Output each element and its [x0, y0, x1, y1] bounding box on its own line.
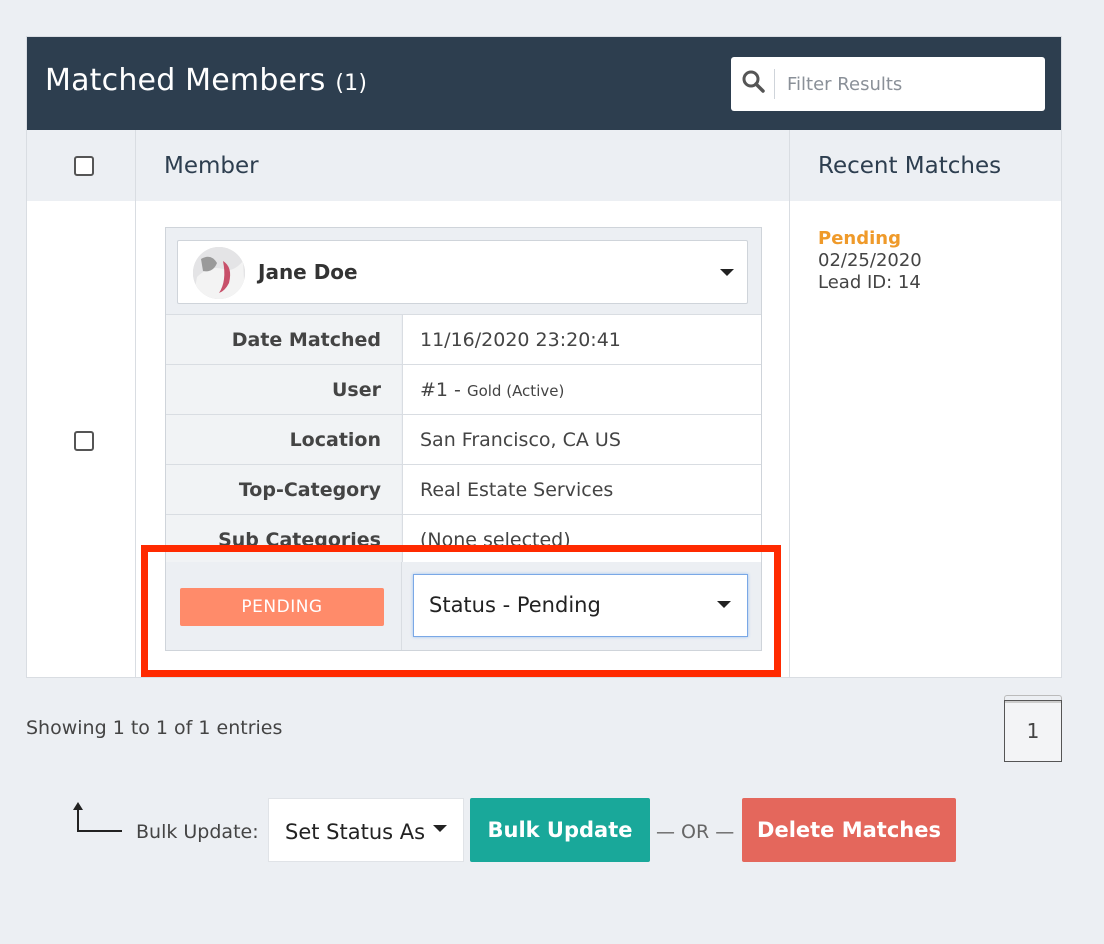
detail-row-location: Location San Francisco, CA US [166, 414, 761, 465]
member-card: Jane Doe Date Matched 11/16/2020 23:20:4… [165, 227, 762, 651]
table-header: Member Recent Matches [27, 130, 1061, 201]
panel-title: Matched Members (1) [45, 63, 367, 98]
recent-match-date: 02/25/2020 [818, 250, 922, 271]
detail-row-date-matched: Date Matched 11/16/2020 23:20:41 [166, 314, 761, 365]
bulk-update-button[interactable]: Bulk Update [470, 798, 650, 862]
panel-header: Matched Members (1) Filter Results [27, 37, 1061, 130]
column-header-member: Member [164, 153, 259, 179]
detail-value-text: San Francisco, CA US [420, 429, 621, 451]
delete-matches-button[interactable]: Delete Matches [742, 798, 956, 862]
detail-label: Top-Category [166, 465, 401, 515]
select-all-checkbox[interactable] [74, 156, 94, 176]
detail-value-text: Real Estate Services [420, 479, 614, 501]
column-header-recent-matches: Recent Matches [818, 153, 1002, 179]
column-divider [135, 130, 136, 678]
detail-value-text: 11/16/2020 23:20:41 [420, 329, 621, 351]
user-level-note: Gold (Active) [466, 382, 565, 400]
entries-info: Showing 1 to 1 of 1 entries [26, 717, 283, 739]
status-select-value: Status - Pending [429, 593, 601, 617]
detail-value: (None selected) [402, 515, 761, 565]
detail-row-top-category: Top-Category Real Estate Services [166, 464, 761, 515]
detail-label: User [166, 365, 401, 415]
detail-value: San Francisco, CA US [402, 415, 761, 465]
set-status-value: Set Status As [285, 820, 426, 844]
panel-title-text: Matched Members [45, 63, 326, 98]
detail-label: Date Matched [166, 315, 401, 365]
or-separator: — OR — [656, 821, 735, 843]
caret-down-icon [720, 269, 734, 276]
status-select[interactable]: Status - Pending [413, 574, 748, 637]
avatar [193, 247, 245, 299]
detail-row-sub-categories: Sub Categories (None selected) [166, 514, 761, 565]
detail-label: Sub Categories [166, 515, 401, 565]
detail-value: Real Estate Services [402, 465, 761, 515]
divider [401, 562, 402, 650]
member-count: (1) [335, 71, 368, 96]
column-divider [789, 130, 790, 678]
filter-placeholder: Filter Results [787, 74, 903, 95]
detail-value: #1 - Gold (Active) [402, 365, 761, 415]
recent-match-lead-id: Lead ID: 14 [818, 272, 921, 293]
corner-up-arrow-icon [70, 802, 124, 834]
row-checkbox[interactable] [74, 431, 94, 451]
detail-label: Location [166, 415, 401, 465]
matched-members-panel: Matched Members (1) Filter Results Membe… [26, 36, 1062, 678]
caret-down-icon [717, 601, 731, 608]
pagination-page-1[interactable]: 1 [1004, 700, 1062, 762]
caret-down-icon [433, 825, 447, 832]
bulk-update-label: Bulk Update: [136, 821, 259, 843]
detail-row-user: User #1 - Gold (Active) [166, 364, 761, 415]
search-icon [741, 69, 775, 99]
member-name: Jane Doe [258, 260, 358, 284]
status-badge: PENDING [180, 588, 384, 626]
detail-value: 11/16/2020 23:20:41 [402, 315, 761, 365]
filter-results-input[interactable]: Filter Results [731, 57, 1045, 111]
detail-value-text: (None selected) [420, 529, 571, 551]
status-row: PENDING Status - Pending [166, 562, 761, 650]
recent-match-status: Pending [818, 228, 901, 249]
set-status-select[interactable]: Set Status As [268, 798, 464, 862]
member-dropdown[interactable]: Jane Doe [177, 240, 748, 304]
detail-value-text: #1 - [420, 379, 467, 401]
